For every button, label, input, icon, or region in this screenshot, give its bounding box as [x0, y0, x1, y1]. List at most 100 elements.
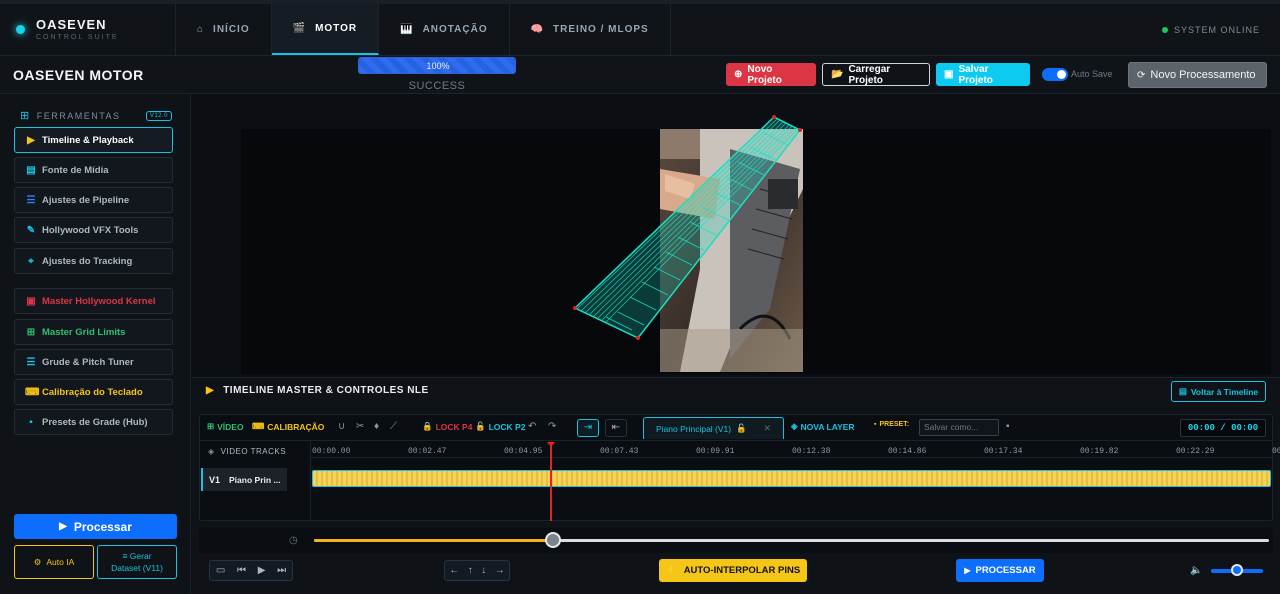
scrubber-track[interactable] — [314, 539, 1269, 542]
tab-label: TREINO / MLOPS — [553, 24, 649, 35]
arrow-right-icon[interactable]: → — [495, 565, 505, 576]
sidebar-item-master-grid-limits[interactable]: ⊞ Master Grid Limits — [14, 319, 173, 345]
grid-icon: ⊞ — [207, 421, 215, 431]
auto-interpolar-button[interactable]: ⚡ AUTO-INTERPOLAR PINS — [659, 559, 807, 582]
calibracao-toggle-button[interactable]: ⌨ CALIBRAÇÃO — [252, 421, 324, 432]
volume-knob[interactable] — [1231, 564, 1243, 576]
sidebar-item-ajustes-do-tracking[interactable]: ⌖ Ajustes do Tracking — [14, 248, 173, 274]
keyboard-overlay-grid — [573, 115, 802, 340]
tab-label: ANOTAÇÃO — [422, 24, 488, 35]
preset-label-text: PRESET: — [879, 421, 910, 428]
sidebar-item-label: Master Hollywood Kernel — [42, 295, 156, 307]
processar-timeline-button[interactable]: ▶ PROCESSAR — [956, 559, 1044, 582]
auto-save-label: Auto Save — [1071, 69, 1113, 79]
brand: OASEVEN CONTROL SUITE — [0, 4, 176, 55]
tracks-column: ◈ VIDEO TRACKS V1 Piano Prin ... — [200, 442, 311, 520]
voltar-timeline-button[interactable]: ▤ Voltar à Timeline — [1171, 381, 1266, 402]
tab-treino-mlops[interactable]: 🧠 TREINO / MLOPS — [510, 4, 671, 55]
lock-p2-button[interactable]: 🔓 LOCK P2 — [475, 421, 525, 432]
skip-forward-icon[interactable]: ⏭ — [277, 565, 286, 576]
grid-icon: ⊞ — [20, 110, 31, 122]
system-status: SYSTEM ONLINE — [1161, 4, 1280, 55]
sliders-icon: ☰ — [26, 194, 36, 206]
novo-projeto-label: Novo Projeto — [747, 63, 782, 86]
auto-ia-label: Auto IA — [46, 557, 75, 567]
play-circle-icon: ▶ — [206, 385, 215, 396]
track-id: V1 — [209, 474, 221, 485]
scissors-icon[interactable]: ✂ — [356, 421, 364, 432]
snap-left-button[interactable]: ⇤ — [605, 419, 627, 437]
pin-icon[interactable]: ♦ — [374, 421, 379, 432]
auto-ia-button[interactable]: ⚙ Auto IA — [14, 545, 94, 579]
track-header-v1[interactable]: V1 Piano Prin ... — [201, 468, 287, 491]
tab-anotacao[interactable]: 🎹 ANOTAÇÃO — [379, 4, 510, 55]
film-strip-icon: ▤ — [26, 164, 36, 176]
plus-circle-icon: ⊕ — [734, 69, 743, 80]
carregar-projeto-button[interactable]: 📂 Carregar Projeto — [822, 63, 930, 86]
magnet-icon[interactable]: ∪ — [338, 421, 345, 432]
sidebar-item-master-hollywood-kernel[interactable]: ▣ Master Hollywood Kernel — [14, 288, 173, 314]
sidebar-item-label: Hollywood VFX Tools — [42, 224, 139, 236]
lock-p4-button[interactable]: 🔒 LOCK P4 — [422, 421, 472, 432]
gerar-dataset-line2: Dataset (V11) — [111, 563, 163, 573]
processar-button[interactable]: ▶ Processar — [14, 514, 177, 539]
timeline-panel: ▶ TIMELINE MASTER & CONTROLES NLE ▤ Volt… — [192, 377, 1280, 594]
brand-status-dot-icon — [16, 25, 25, 34]
arrow-left-icon[interactable]: ← — [449, 565, 459, 576]
sidebar-item-presets-de-grade[interactable]: ▪ Presets de Grade (Hub) — [14, 409, 173, 435]
unlock-icon: 🔓 — [475, 421, 486, 431]
play-icon[interactable]: ▶ — [258, 565, 266, 576]
toggle-knob — [1057, 70, 1066, 79]
home-icon: ⌂ — [197, 24, 205, 35]
clock-icon: ◷ — [289, 535, 298, 546]
save-preset-icon[interactable]: ▪ — [1006, 421, 1010, 432]
layers-icon: ◈ — [208, 447, 215, 456]
arrow-up-icon[interactable]: ↑ — [468, 565, 473, 576]
novo-projeto-button[interactable]: ⊕ Novo Projeto — [726, 63, 816, 86]
save-icon: ▪ — [29, 416, 33, 428]
time-ruler[interactable]: 00:00.00 00:02.47 00:04.95 00:07.43 00:09.91… — [311, 442, 1280, 458]
snap-right-button[interactable]: ⇥ — [577, 419, 599, 437]
tab-motor[interactable]: 🎬 MOTOR — [271, 4, 380, 55]
arrow-down-icon[interactable]: ↓ — [481, 565, 486, 576]
save-icon: ▣ — [944, 69, 954, 80]
chart-icon[interactable]: ⟋ — [390, 421, 397, 432]
sidebar-item-calibracao-do-teclado[interactable]: ⌨ Calibração do Teclado — [14, 379, 173, 405]
lock-p2-label: LOCK P2 — [488, 421, 526, 432]
timeline-editor: ⊞ VÍDEO ⌨ CALIBRAÇÃO ∪ ✂ ♦ ⟋ 🔒 LOCK P4 🔓… — [199, 414, 1280, 521]
app-root: OASEVEN CONTROL SUITE ⌂ INÍCIO 🎬 MOTOR 🎹… — [0, 0, 1280, 594]
gerar-dataset-button[interactable]: ≡ Gerar Dataset (V11) — [97, 545, 177, 579]
novo-processamento-button[interactable]: ⟳ Novo Processamento — [1128, 62, 1267, 88]
sidebar-item-label: Master Grid Limits — [42, 326, 126, 338]
status-text: SUCCESS — [408, 80, 466, 92]
sidebar-item-hollywood-vfx-tools[interactable]: ✎ Hollywood VFX Tools — [14, 217, 173, 243]
system-status-label: SYSTEM ONLINE — [1173, 24, 1260, 35]
redo-icon[interactable]: ↷ — [548, 421, 556, 432]
sidebar-item-timeline-playback[interactable]: ▶ Timeline & Playback — [14, 127, 173, 153]
ruler-tick-label: 00:19.82 — [1080, 447, 1119, 456]
playhead[interactable] — [550, 442, 553, 521]
sidebar-item-ajustes-de-pipeline[interactable]: ☰ Ajustes de Pipeline — [14, 187, 173, 213]
tab-piano-principal[interactable]: Piano Principal (V1) 🔓 ✕ — [643, 417, 784, 439]
save-icon: ▪ — [874, 421, 877, 428]
skip-back-icon[interactable]: ⏮ — [237, 565, 246, 576]
transport-group: ▭ ⏮ ▶ ⏭ — [209, 560, 293, 581]
undo-icon[interactable]: ↶ — [528, 421, 536, 432]
ruler-tick-label: 00:22.29 — [1176, 447, 1215, 456]
monitor-icon[interactable]: ▭ — [216, 565, 225, 576]
nova-layer-button[interactable]: ◈ NOVA LAYER — [791, 421, 855, 432]
video-clip[interactable] — [312, 470, 1271, 487]
video-tracks-label: VIDEO TRACKS — [220, 447, 287, 456]
video-toggle-button[interactable]: ⊞ VÍDEO — [207, 421, 244, 432]
auto-save-toggle[interactable] — [1042, 68, 1068, 81]
tab-inicio[interactable]: ⌂ INÍCIO — [176, 4, 272, 55]
salvar-projeto-button[interactable]: ▣ Salvar Projeto — [936, 63, 1030, 86]
preset-name-input[interactable]: Salvar como... — [919, 419, 999, 436]
scrubber-knob[interactable] — [544, 532, 561, 548]
sidebar-item-grude-pitch-tuner[interactable]: ☰ Grude & Pitch Tuner — [14, 349, 173, 375]
sidebar-item-fonte-de-midia[interactable]: ▤ Fonte de Mídia — [14, 157, 173, 183]
close-icon[interactable]: ✕ — [763, 423, 771, 434]
sidebar-heading: ⊞ FERRAMENTAS V12.0 — [20, 109, 172, 122]
carregar-projeto-label: Carregar Projeto — [848, 63, 891, 86]
lock-p4-label: LOCK P4 — [435, 421, 473, 432]
